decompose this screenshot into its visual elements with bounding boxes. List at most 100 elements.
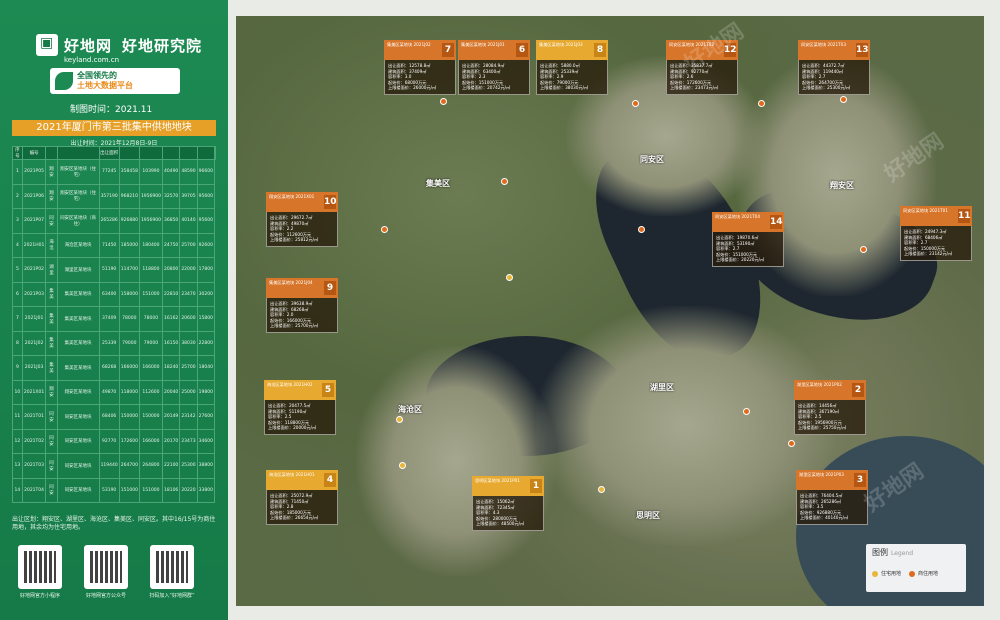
table-cell: 11 — [12, 404, 23, 430]
table-row[interactable]: 2 2021P06 翔安 翔安区某地块（住宅） 357190 968210 1956900 3… — [12, 183, 216, 209]
table-cell: 40490 — [161, 159, 181, 185]
table-cell: 同安区某地块 — [56, 428, 100, 454]
table-row[interactable]: 11 2021T01 同安 同安区某地块 68406 150000 150000 20149 2… — [12, 404, 216, 430]
callout-header: 湖里区某地块 2021P03 3 — [796, 470, 868, 490]
district-label: 海沧区 — [398, 405, 422, 414]
qr-miniprogram[interactable]: 好地网官方小程序 — [16, 545, 64, 599]
table-cell: 同安 — [45, 428, 58, 454]
table-cell: 16150 — [161, 330, 181, 356]
table-row[interactable]: 14 2021T04 同安 同安区某地块 53190 151000 151000 18106 2… — [12, 477, 216, 503]
callout-header: 同安区某地块 2021T01 11 — [900, 206, 972, 226]
parcel-callout[interactable]: 集美区某地块 2021J04 9 出让面积：39638.9㎡ 建筑面积：68268㎡容… — [266, 278, 338, 333]
table-row[interactable]: 9 2021J03 集美 集美区某地块 68268 166000 166000 18240 25… — [12, 355, 216, 381]
note-text: 出让区划：翔安区、湖里区、海沧区、集美区、同安区。其中16/15号为商住用地，其… — [12, 516, 216, 531]
parcel-callout[interactable]: 集美区某地块 2021J03 8 出让面积：5880.0㎡ 建筑面积：25339㎡ 容积… — [536, 40, 608, 95]
table-cell: 翔安 — [45, 379, 58, 405]
callout-body: 出让面积：14456㎡ 建筑面积：367190㎡ 容积率：2.5 起始价：195690… — [794, 400, 866, 435]
callout-header: 思明区某地块 2021P01 1 — [472, 476, 544, 496]
district-label: 翔安区 — [830, 181, 854, 190]
platform-line1: 全国领先的 — [77, 71, 117, 80]
parcel-marker-icon[interactable] — [788, 440, 795, 447]
table-row[interactable]: 10 2021X01 翔安 翔安区某地块 49870 118000 112600 20040 2… — [12, 379, 216, 405]
parcel-callout[interactable]: 湖里区某地块 2021P02 2 出让面积：14456㎡ 建筑面积：367190㎡ 容积… — [794, 380, 866, 435]
callout-title: 同安区某地块 2021T02 — [669, 42, 714, 47]
table-cell: 22810 — [161, 281, 181, 307]
table-cell: 78000 — [118, 306, 140, 332]
callout-header: 集美区某地块 2021J01 6 — [458, 40, 530, 60]
table-row[interactable]: 8 2021J02 集美 集美区某地块 25339 79000 79000 16150 3803… — [12, 330, 216, 356]
table-cell: 25000 — [179, 379, 198, 405]
parcel-callout[interactable]: 海沧区某地块 2021H02 5 出让面积：20477.5㎡ 建筑面积：51190㎡容… — [264, 380, 336, 435]
qr-official-account[interactable]: 好地网官方公众号 — [82, 545, 130, 599]
parcel-callout[interactable]: 同安区某地块 2021T04 14 出让面积：19870.6㎡ 建筑面积：53190㎡… — [712, 212, 784, 267]
table-cell: 同安区某地块（商住） — [56, 208, 100, 234]
parcel-callout[interactable]: 同安区某地块 2021T03 13 出让面积：44372.7㎡ 建筑面积：119440… — [798, 40, 870, 95]
parcel-callout[interactable]: 翔安区某地块 2021X01 10 出让面积：29672.7㎡ 建筑面积：49870㎡… — [266, 192, 338, 247]
table-cell: 集美 — [45, 306, 58, 332]
table-row[interactable]: 5 2021P02 湖里 湖里区某地块 51190 114700 118800 20800 22… — [12, 257, 216, 283]
table-cell: 79000 — [138, 330, 163, 356]
parcel-marker-icon[interactable] — [758, 100, 765, 107]
table-cell: 119440 — [98, 453, 120, 479]
table-header — [118, 146, 140, 160]
table-row[interactable]: 4 2021H01 海沧 海沧区某地块 71450 185000 180400 24750 25… — [12, 232, 216, 258]
parcel-callout[interactable]: 集美区某地块 2021J02 7 出让面积：12578.8㎡ 建筑面积：37409㎡容… — [384, 40, 456, 95]
table-cell: 海沧 — [45, 232, 58, 258]
callout-header: 海沧区某地块 2021H02 5 — [264, 380, 336, 400]
qr-group[interactable]: 扫码加入“好地网群” — [148, 545, 196, 599]
table-cell: 集美区某地块 — [56, 306, 100, 332]
table-cell: 968210 — [118, 183, 140, 209]
callout-header: 集美区某地块 2021J03 8 — [536, 40, 608, 60]
parcel-marker-icon[interactable] — [501, 178, 508, 185]
table-row[interactable]: 1 2021P05 翔安 翔安区某地块（住宅） 77245 358458 103990 404… — [12, 159, 216, 185]
table-cell: 2021P07 — [21, 208, 47, 234]
parcel-callout[interactable]: 思明区某地块 2021P01 1 出让面积：15062㎡ 建筑面积：72345㎡ 容积率… — [472, 476, 544, 531]
parcel-callout[interactable]: 同安区某地块 2021T02 12 出让面积：35837.7㎡ 建筑面积：92770㎡… — [666, 40, 738, 95]
table-cell: 68406 — [98, 404, 120, 430]
table-cell: 358458 — [118, 159, 140, 185]
table-cell: 25700 — [179, 355, 198, 381]
table-cell: 95600 — [196, 183, 215, 209]
district-label: 同安区 — [640, 155, 664, 164]
table-row[interactable]: 3 2021P07 同安 同安区某地块（商住） 265286 926880 1956900 3… — [12, 208, 216, 234]
platform-line2: 土地大数据平台 — [77, 81, 133, 90]
district-label: 思明区 — [636, 511, 660, 520]
legend-item-commercial: 商住用地 — [909, 570, 938, 577]
parcel-marker-icon[interactable] — [381, 226, 388, 233]
parcel-marker-icon[interactable] — [840, 96, 847, 103]
table-row[interactable]: 7 2021J01 集美 集美区某地块 37409 78000 78000 16162 2060… — [12, 306, 216, 332]
parcel-marker-icon[interactable] — [632, 100, 639, 107]
table-cell: 78000 — [138, 306, 163, 332]
table-cell: 33800 — [196, 477, 215, 503]
table-cell: 1956900 — [138, 183, 163, 209]
table-cell: 17800 — [196, 257, 215, 283]
parcel-number-badge: 1 — [530, 479, 542, 493]
table-row[interactable]: 12 2021T02 同安 同安区某地块 92770 172600 166000 20170 2… — [12, 428, 216, 454]
parcel-marker-icon[interactable] — [743, 408, 750, 415]
table-row[interactable]: 13 2021T03 同安 同安区某地块 119440 264700 264800 22100… — [12, 453, 216, 479]
callout-line: 上限楼面价：26000元/㎡ — [388, 85, 437, 91]
parcel-marker-icon[interactable] — [399, 462, 406, 469]
table-cell: 79000 — [118, 330, 140, 356]
parcel-marker-icon[interactable] — [638, 226, 645, 233]
table-header — [213, 146, 217, 160]
parcel-marker-icon[interactable] — [598, 486, 605, 493]
table-cell: 2021P06 — [21, 183, 47, 209]
brand-institute: 好地研究院 — [122, 36, 203, 55]
table-cell: 12 — [12, 428, 23, 454]
parcel-callout[interactable]: 海沧区某地块 2021H01 4 出让面积：25072.9㎡ 建筑面积：71450㎡容… — [266, 470, 338, 525]
parcel-callout[interactable]: 湖里区某地块 2021P03 3 出让面积：76404.5㎡ 建筑面积：265286㎡… — [796, 470, 868, 525]
site-url: keyland.com.cn — [64, 56, 120, 64]
map-view[interactable]: 集美区 同安区 翔安区 湖里区 海沧区 思明区 思明区某地块 2021P01 1 出… — [236, 16, 984, 606]
table-row[interactable]: 6 2021P03 集美 集美区某地块 63400 158000 151000 22810 23… — [12, 281, 216, 307]
table-cell: 95600 — [196, 208, 215, 234]
parcel-marker-icon[interactable] — [506, 274, 513, 281]
table-cell: 77245 — [98, 159, 120, 185]
parcel-callout[interactable]: 集美区某地块 2021J01 6 出让面积：28084.9㎡ 建筑面积：63400㎡容… — [458, 40, 530, 95]
parcel-number-badge: 7 — [442, 43, 454, 57]
table-cell: 海沧区某地块 — [56, 232, 100, 258]
parcel-marker-icon[interactable] — [440, 98, 447, 105]
parcel-callout[interactable]: 同安区某地块 2021T01 11 出让面积：24947.3㎡ 建筑面积：68406㎡… — [900, 206, 972, 261]
parcel-marker-icon[interactable] — [860, 246, 867, 253]
parcel-marker-icon[interactable] — [396, 416, 403, 423]
